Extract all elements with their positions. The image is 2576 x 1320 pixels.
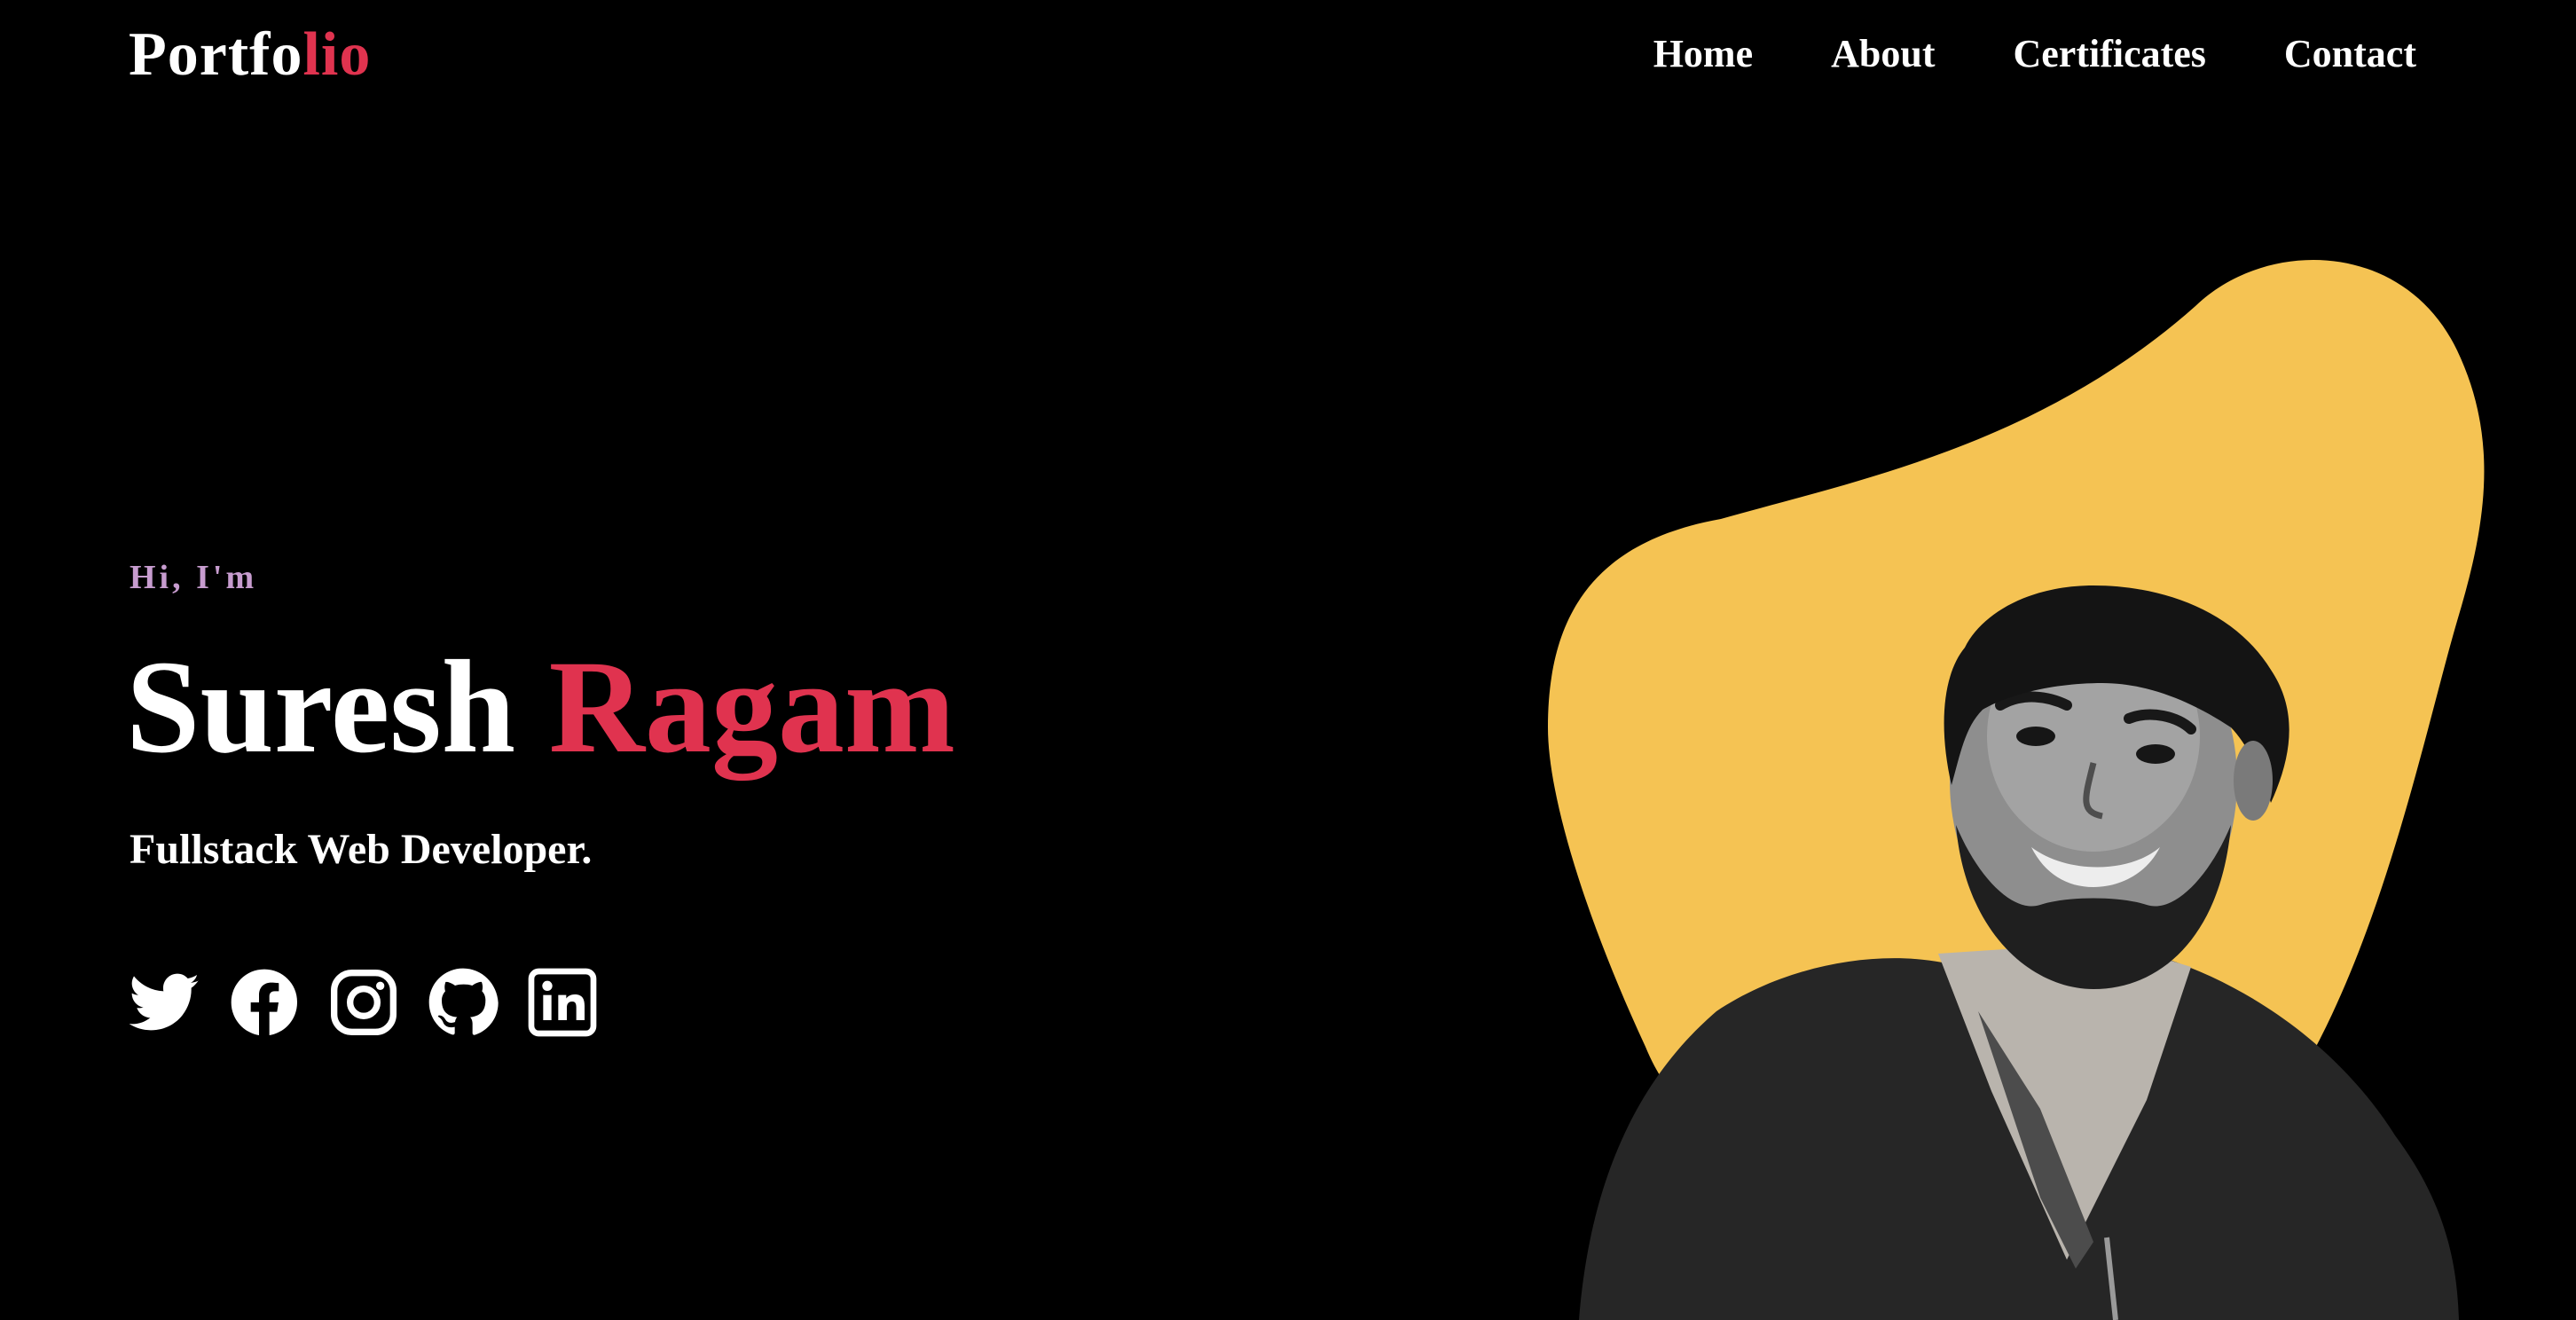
portrait-photo: [1579, 585, 2459, 1320]
facebook-icon[interactable]: [229, 967, 300, 1038]
hero-name: Suresh Ragam: [126, 632, 955, 782]
nav-link-home[interactable]: Home: [1653, 28, 1753, 80]
yellow-blob: [1548, 259, 2485, 1182]
site-logo[interactable]: Portfolio: [129, 20, 371, 90]
portfolio-page: Portfolio Home About Certificates Contac…: [0, 0, 2576, 1320]
hero-first-name: Suresh: [126, 633, 516, 781]
twitter-icon[interactable]: [130, 967, 200, 1038]
hero-last-name: Ragam: [548, 633, 955, 781]
hero-role: Fullstack Web Developer.: [130, 826, 593, 873]
github-icon[interactable]: [428, 967, 499, 1038]
social-links: [130, 967, 598, 1038]
nav-link-certificates[interactable]: Certificates: [2013, 28, 2205, 80]
linkedin-icon[interactable]: [527, 967, 598, 1038]
nav-link-about[interactable]: About: [1831, 28, 1935, 80]
hero-greeting: Hi, I'm: [130, 559, 258, 596]
main-nav: Home About Certificates Contact: [1653, 28, 2416, 80]
instagram-icon[interactable]: [328, 967, 399, 1038]
logo-accent-text: lio: [302, 20, 372, 89]
nav-link-contact[interactable]: Contact: [2284, 28, 2416, 80]
logo-text: Portfo: [129, 20, 303, 89]
